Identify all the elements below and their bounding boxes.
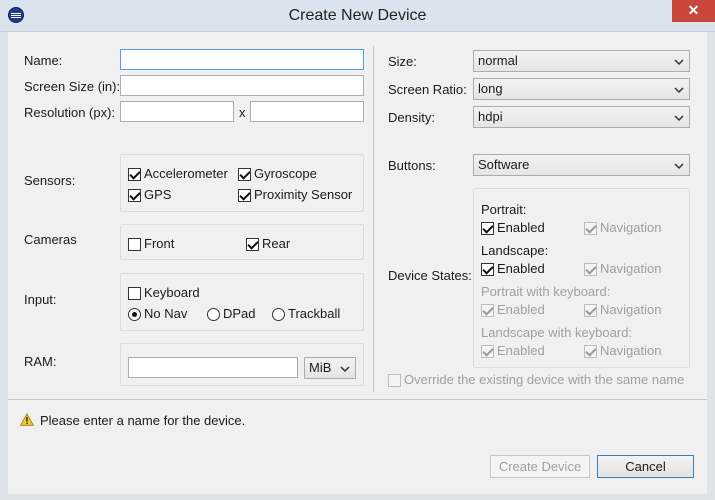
landscape-keyboard-title: Landscape with keyboard: — [481, 325, 633, 340]
density-value: hdpi — [478, 109, 503, 124]
portrait-keyboard-navigation-label: Navigation — [600, 302, 662, 317]
chevron-down-icon — [674, 115, 684, 122]
chevron-down-icon — [674, 163, 684, 170]
checkbox-box[interactable] — [246, 238, 259, 251]
chevron-down-icon — [340, 366, 350, 373]
density-select[interactable]: hdpi — [473, 106, 690, 128]
radio-circle[interactable] — [272, 308, 285, 321]
checkbox-box[interactable] — [128, 168, 141, 181]
screen-ratio-value: long — [478, 81, 503, 96]
ram-unit-select[interactable]: MiB — [304, 357, 356, 379]
sensors-label: Sensors: — [24, 173, 76, 188]
input-label: Input: — [24, 292, 57, 307]
checkbox-box — [481, 345, 494, 358]
screen-ratio-label: Screen Ratio: — [388, 82, 467, 97]
radio-circle[interactable] — [207, 308, 220, 321]
ram-unit-value: MiB — [309, 360, 332, 375]
buttons-label: Buttons: — [388, 158, 436, 173]
proximity-sensor-label: Proximity Sensor — [254, 187, 353, 202]
checkbox-box[interactable] — [481, 222, 494, 235]
buttons-value: Software — [478, 157, 530, 172]
window-title: Create New Device — [288, 7, 427, 24]
checkbox-box — [584, 345, 597, 358]
screen-size-input[interactable] — [120, 75, 364, 96]
checkbox-box — [388, 374, 401, 387]
rear-camera-label: Rear — [262, 236, 291, 251]
size-select[interactable]: normal — [473, 50, 690, 72]
device-states-label: Device States: — [388, 268, 472, 283]
resolution-separator: x — [239, 105, 246, 120]
portrait-keyboard-title: Portrait with keyboard: — [481, 284, 611, 299]
cancel-button[interactable]: Cancel — [597, 455, 694, 478]
resolution-height-input[interactable] — [250, 101, 364, 122]
size-label: Size: — [388, 54, 417, 69]
chevron-down-icon — [674, 87, 684, 94]
checkbox-box[interactable] — [128, 189, 141, 202]
front-camera-label: Front — [144, 236, 175, 251]
status-divider — [8, 399, 707, 400]
buttons-select[interactable]: Software — [473, 154, 690, 176]
trackball-label: Trackball — [288, 306, 341, 321]
size-value: normal — [478, 53, 518, 68]
checkbox-box[interactable] — [481, 263, 494, 276]
create-device-button[interactable]: Create Device — [490, 455, 590, 478]
override-label: Override the existing device with the sa… — [404, 372, 685, 387]
ram-input[interactable] — [128, 357, 298, 378]
sensors-group — [120, 154, 364, 212]
landscape-navigation-label: Navigation — [600, 261, 662, 276]
checkbox-box[interactable] — [238, 189, 251, 202]
close-button[interactable]: ✕ — [672, 0, 715, 22]
status-message: Please enter a name for the device. — [40, 413, 246, 428]
checkbox-box — [481, 304, 494, 317]
accelerometer-label: Accelerometer — [144, 166, 228, 181]
resolution-width-input[interactable] — [120, 101, 234, 122]
name-input[interactable] — [120, 49, 364, 70]
portrait-navigation-label: Navigation — [600, 220, 662, 235]
density-label: Density: — [388, 110, 435, 125]
ram-label: RAM: — [24, 354, 57, 369]
screen-size-label: Screen Size (in): — [24, 79, 121, 94]
keyboard-label: Keyboard — [144, 285, 200, 300]
checkbox-box — [584, 263, 597, 276]
portrait-enabled-label: Enabled — [497, 220, 545, 235]
landscape-keyboard-navigation-label: Navigation — [600, 343, 662, 358]
no-nav-label: No Nav — [144, 306, 188, 321]
checkbox-box — [584, 222, 597, 235]
checkbox-box[interactable] — [128, 287, 141, 300]
input-group — [120, 273, 364, 331]
landscape-enabled-label: Enabled — [497, 261, 545, 276]
screen-ratio-select[interactable]: long — [473, 78, 690, 100]
warning-icon — [20, 413, 34, 426]
radio-circle[interactable] — [128, 308, 141, 321]
dpad-label: DPad — [223, 306, 256, 321]
checkbox-box — [584, 304, 597, 317]
portrait-title: Portrait: — [481, 202, 527, 217]
cameras-label: Cameras — [24, 232, 77, 247]
landscape-title: Landscape: — [481, 243, 549, 258]
resolution-label: Resolution (px): — [24, 105, 116, 120]
gyroscope-label: Gyroscope — [254, 166, 317, 181]
portrait-keyboard-enabled-label: Enabled — [497, 302, 545, 317]
checkbox-box[interactable] — [128, 238, 141, 251]
checkbox-box[interactable] — [238, 168, 251, 181]
landscape-keyboard-enabled-label: Enabled — [497, 343, 545, 358]
gps-label: GPS — [144, 187, 172, 202]
column-divider — [373, 46, 374, 392]
name-label: Name: — [24, 53, 63, 68]
chevron-down-icon — [674, 59, 684, 66]
